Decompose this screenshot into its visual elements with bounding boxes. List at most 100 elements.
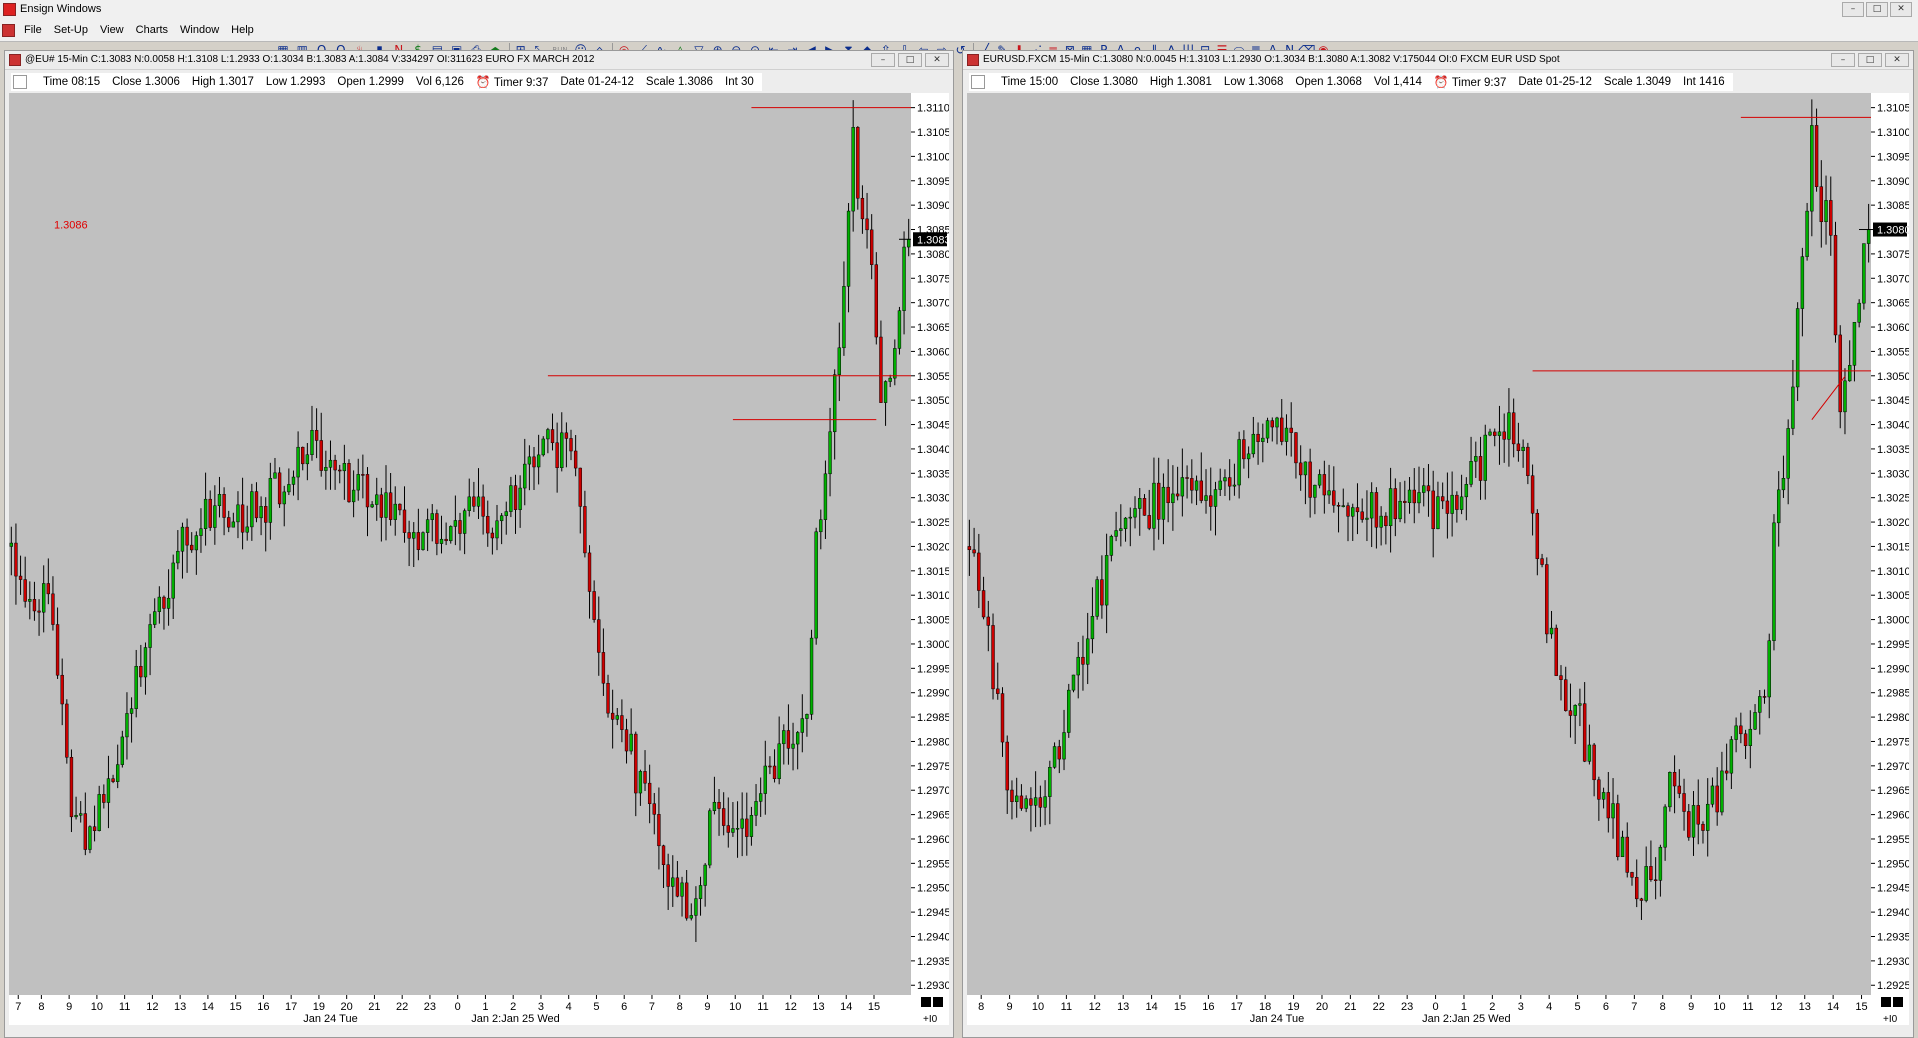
price-tick-label: 1.2990 [917, 688, 949, 700]
candle-body [560, 432, 564, 468]
candle-body [1261, 437, 1265, 442]
chart-minimize-button[interactable]: – [1831, 53, 1855, 67]
time-tick-label: 14 [1827, 1001, 1839, 1013]
chart-maximize-button[interactable]: □ [898, 53, 922, 67]
price-tick-label: 1.2960 [917, 834, 949, 846]
menu-view[interactable]: View [94, 24, 130, 36]
app-logo-icon [3, 3, 16, 16]
candle-body [1559, 675, 1563, 680]
candle-body [1705, 803, 1710, 831]
time-tick-label: 9 [1007, 1001, 1013, 1013]
chart-maximize-button[interactable]: □ [1858, 53, 1882, 67]
candle-body [1398, 500, 1402, 520]
candle-body [986, 616, 991, 626]
candlestick-chart[interactable]: 1.2930 1.2935 1.2940 1.2945 1.2950 1.2955 1.29… [9, 93, 949, 1033]
menu-help[interactable]: Help [225, 24, 260, 36]
date-label: Jan 2:Jan 25 Wed [471, 1013, 559, 1025]
candle-body [991, 625, 995, 690]
price-tick-label: 1.2975 [917, 761, 949, 773]
candlestick-chart[interactable]: 1.2925 1.2930 1.2935 1.2940 1.2945 1.2950 1.29… [967, 93, 1909, 1033]
chart-window-eurusd-spot[interactable]: EURUSD.FXCM 15-Min C:1.3080 N:0.0045 H:1… [962, 50, 1914, 1038]
price-tick-label: 1.3005 [1877, 590, 1909, 602]
date-label: Jan 24 Tue [1250, 1013, 1304, 1025]
time-axis[interactable] [967, 995, 1871, 1025]
candle-body [65, 703, 69, 758]
candle-body [883, 381, 888, 403]
chart-toggle-icon[interactable] [971, 75, 985, 89]
price-tick-label: 1.2955 [1877, 834, 1909, 846]
candle-body [1819, 186, 1824, 223]
candle-body [1284, 427, 1289, 442]
candle-body [287, 484, 291, 493]
candle-body [102, 794, 106, 803]
close-button[interactable]: ✕ [1890, 2, 1912, 17]
price-tick-label: 1.3095 [917, 176, 949, 188]
candle-body [1635, 877, 1639, 900]
time-tick-label: 1 [1461, 1001, 1467, 1013]
time-tick-label: 8 [677, 1001, 683, 1013]
candle-body [1256, 433, 1260, 442]
time-tick-label: 4 [1546, 1001, 1552, 1013]
scroll-left-icon[interactable] [921, 997, 931, 1007]
candle-body [583, 506, 587, 554]
candle-body [782, 730, 786, 745]
candle-body [1346, 505, 1350, 517]
info-time: Time 08:15 [43, 76, 101, 88]
candle-body [523, 463, 527, 489]
candle-body [1687, 811, 1691, 838]
interval-label: +I0 [1883, 1014, 1898, 1025]
system-menu-icon[interactable] [2, 24, 15, 37]
candle-body [791, 743, 795, 749]
scroll-right-icon[interactable] [933, 997, 943, 1007]
candle-body [541, 438, 545, 456]
time-tick-label: 12 [146, 1001, 158, 1013]
candle-body [837, 347, 841, 375]
candle-body [1469, 461, 1473, 485]
candle-body [1067, 689, 1071, 733]
price-annotation[interactable]: 1.3086 [54, 220, 88, 232]
maximize-button[interactable]: □ [1866, 2, 1888, 17]
candle-body [828, 431, 832, 475]
menu-charts[interactable]: Charts [130, 24, 174, 36]
candle-body [1090, 616, 1095, 640]
candle-body [1649, 866, 1653, 881]
candle-body [768, 765, 772, 768]
candle-body [1786, 428, 1790, 479]
time-tick-label: 12 [1089, 1001, 1101, 1013]
candle-body [1095, 579, 1099, 617]
chart-close-button[interactable]: ✕ [925, 53, 949, 67]
candle-body [601, 652, 606, 684]
timer-icon: ⏰ [1433, 75, 1449, 89]
candle-body [1010, 789, 1014, 802]
menu-window[interactable]: Window [174, 24, 225, 36]
plot-area[interactable] [967, 93, 1871, 995]
chart-window-eu-futures[interactable]: @EU# 15-Min C:1.3083 N:0.0058 H:1.3108 L… [4, 50, 954, 1038]
menu-file[interactable]: File [18, 24, 48, 36]
time-tick-label: 15 [1174, 1001, 1186, 1013]
menu-setup[interactable]: Set-Up [48, 24, 94, 36]
candle-body [185, 526, 189, 546]
candle-body [1142, 498, 1147, 516]
candle-body [324, 467, 328, 471]
candle-body [1762, 696, 1767, 698]
candle-body [1360, 511, 1364, 520]
candle-body [1341, 505, 1345, 507]
candle-body [643, 771, 647, 784]
candle-body [1156, 482, 1161, 520]
candle-body [1199, 480, 1203, 501]
candle-body [1478, 456, 1483, 481]
scroll-right-icon[interactable] [1893, 997, 1903, 1007]
info-high: High 1.3017 [191, 76, 254, 88]
info-timer: Timer 9:37 [493, 77, 549, 89]
candle-body [430, 513, 434, 520]
time-tick-label: 18 [1259, 1001, 1271, 1013]
candle-body [1630, 872, 1634, 878]
candle-body [1308, 461, 1312, 498]
price-tick-label: 1.2960 [1877, 810, 1909, 822]
minimize-button[interactable]: – [1842, 2, 1864, 17]
candle-body [1715, 785, 1719, 813]
chart-toggle-icon[interactable] [13, 75, 27, 89]
chart-close-button[interactable]: ✕ [1885, 53, 1909, 67]
chart-minimize-button[interactable]: – [871, 53, 895, 67]
scroll-left-icon[interactable] [1881, 997, 1891, 1007]
